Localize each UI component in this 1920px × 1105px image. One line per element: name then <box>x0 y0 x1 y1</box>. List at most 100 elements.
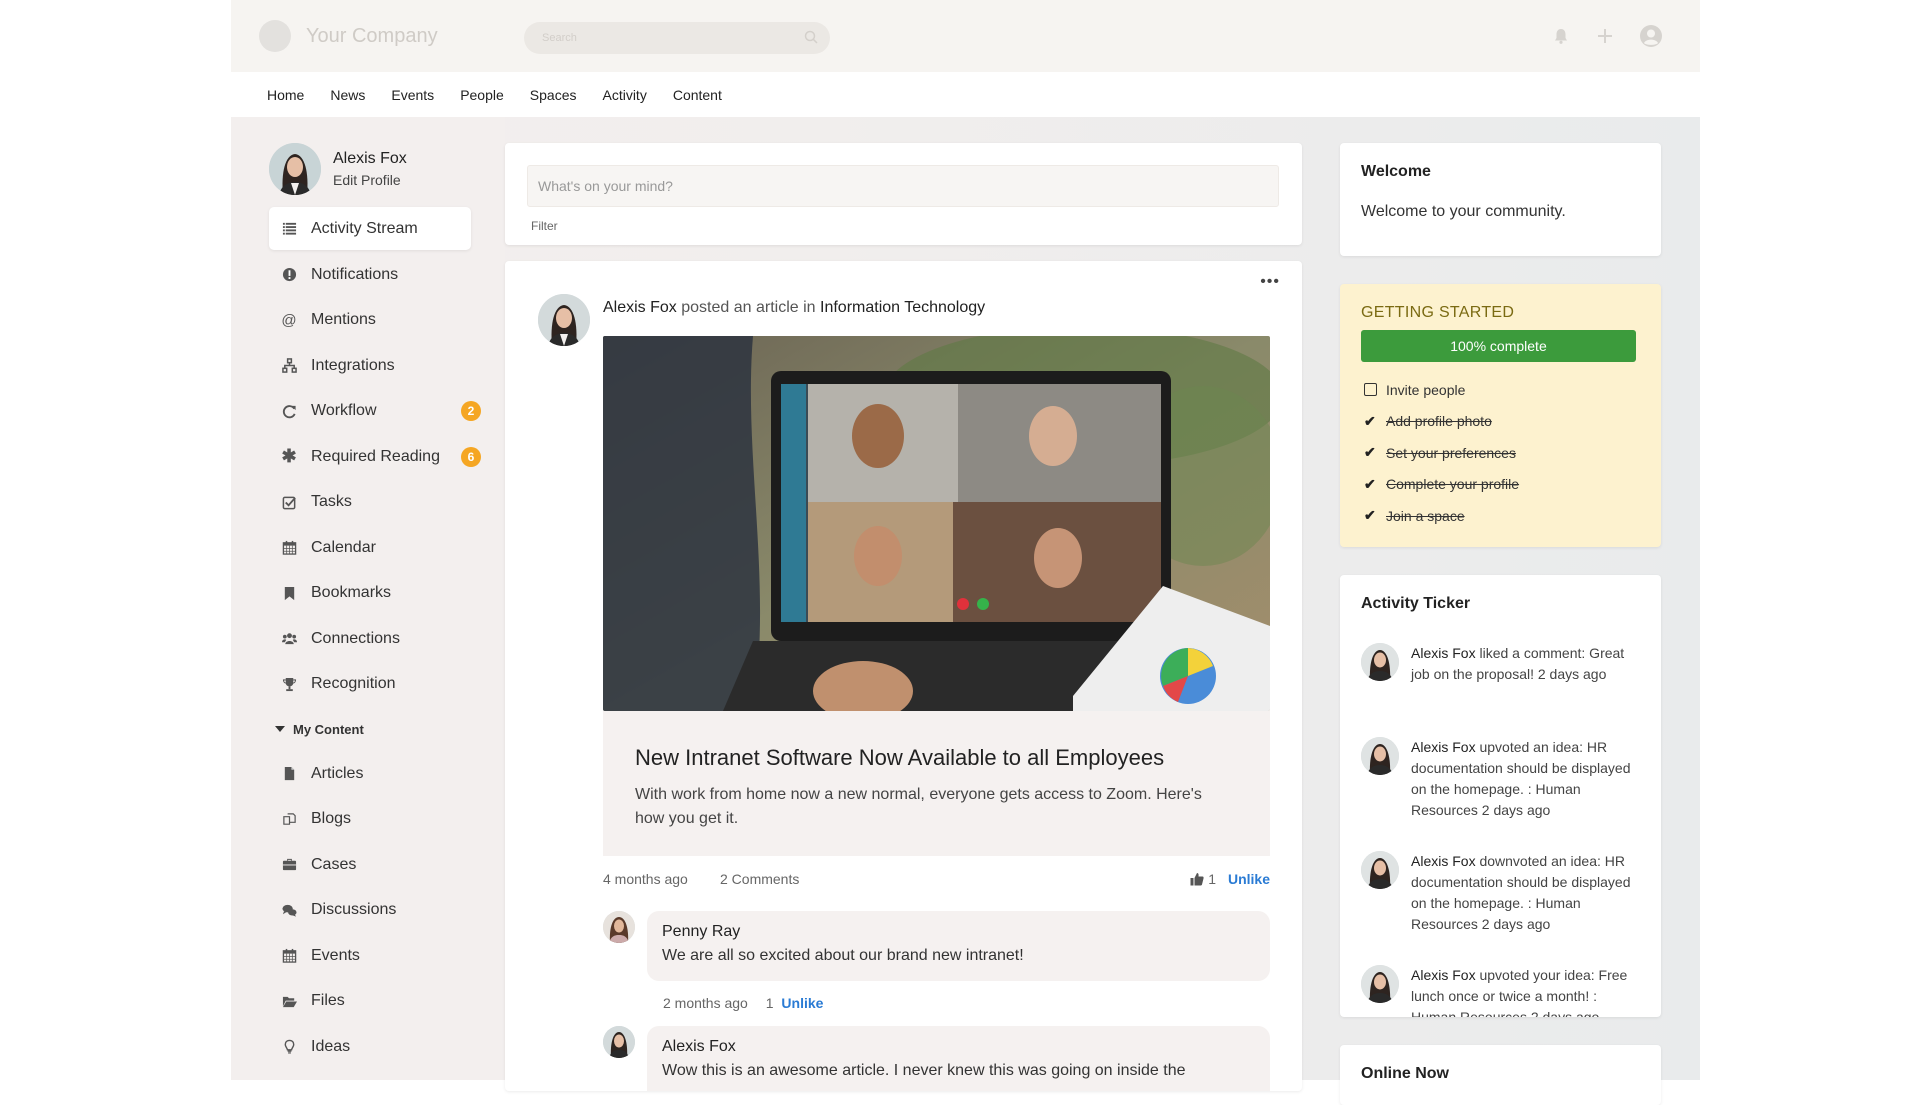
like-count: 1 <box>1208 871 1216 887</box>
search-input[interactable]: Search <box>524 22 830 54</box>
ticker-text: Alexis Fox downvoted an idea: HR documen… <box>1411 851 1641 935</box>
ticker-actor[interactable]: Alexis Fox <box>1411 645 1476 661</box>
status-input[interactable]: What's on your mind? <box>527 165 1279 207</box>
ticker-actor[interactable]: Alexis Fox <box>1411 739 1476 755</box>
sidebar-item-articles[interactable]: Articles <box>269 751 471 797</box>
sidebar-item-required-reading[interactable]: ✱ Required Reading 6 <box>269 434 481 480</box>
sidebar-item-calendar[interactable]: Calendar <box>269 525 471 571</box>
checklist-label: Complete your profile <box>1386 476 1520 493</box>
asterisk-icon: ✱ <box>281 446 297 467</box>
ticker-text: Alexis Fox upvoted an idea: HR documenta… <box>1411 737 1641 821</box>
checklist-item-set-preferences[interactable]: ✔ Set your preferences <box>1364 437 1519 469</box>
nav-activity[interactable]: Activity <box>602 87 646 103</box>
checkbox-empty-icon[interactable] <box>1364 383 1377 397</box>
sidebar-item-ideas[interactable]: Ideas <box>269 1024 471 1070</box>
sidebar-item-mentions[interactable]: @ Mentions <box>269 298 471 344</box>
sidebar-item-label: Notifications <box>311 265 399 283</box>
checklist-item-add-profile-photo[interactable]: ✔ Add profile photo <box>1364 406 1519 438</box>
filter-link[interactable]: Filter <box>531 219 558 233</box>
main-nav: Home News Events People Spaces Activity … <box>231 72 1700 117</box>
nav-content[interactable]: Content <box>673 87 722 103</box>
comment-unlike-button[interactable]: Unlike <box>781 995 823 1011</box>
checklist-item-join-space[interactable]: ✔ Join a space <box>1364 500 1519 532</box>
welcome-text: Welcome to your community. <box>1361 203 1566 220</box>
briefcase-icon <box>281 857 297 873</box>
sidebar-item-cases[interactable]: Cases <box>269 842 471 888</box>
sidebar-item-recognition[interactable]: Recognition <box>269 662 471 708</box>
commenter-avatar[interactable] <box>603 1026 635 1058</box>
activity-ticker-card: Activity Ticker Alexis Fox liked a comme… <box>1340 575 1661 1017</box>
post-author-link[interactable]: Alexis Fox <box>603 299 677 316</box>
nav-people[interactable]: People <box>460 87 504 103</box>
ticker-avatar[interactable] <box>1361 643 1399 681</box>
article-title[interactable]: New Intranet Software Now Available to a… <box>635 745 1164 771</box>
sidebar-item-label: Bookmarks <box>311 584 392 602</box>
activity-ticker-title: Activity Ticker <box>1361 595 1471 612</box>
sidebar-item-label: Connections <box>311 629 400 647</box>
user-circle-icon[interactable] <box>1639 24 1663 48</box>
unlike-button[interactable]: Unlike <box>1228 871 1270 887</box>
checklist-label: Set your preferences <box>1386 444 1516 461</box>
article-hero-image[interactable] <box>603 336 1270 711</box>
caret-down-icon <box>275 726 285 732</box>
sidebar-menu: Activity Stream Notifications @ Mentions… <box>269 207 481 1070</box>
article-preview[interactable]: New Intranet Software Now Available to a… <box>603 711 1270 856</box>
checkbox-icon <box>281 494 297 510</box>
sidebar-item-integrations[interactable]: Integrations <box>269 343 471 389</box>
nav-home[interactable]: Home <box>267 87 304 103</box>
bell-icon[interactable] <box>1551 26 1571 46</box>
ticker-actor[interactable]: Alexis Fox <box>1411 967 1476 983</box>
comment-like-count: 1 <box>765 995 774 1011</box>
comment-author[interactable]: Alexis Fox <box>662 1038 1255 1056</box>
sidebar-item-files[interactable]: Files <box>269 979 471 1025</box>
user-name[interactable]: Alexis Fox <box>333 150 407 168</box>
progress-label: 100% complete <box>1450 338 1547 354</box>
post-author-avatar[interactable] <box>538 294 590 346</box>
calendar-icon <box>281 948 297 964</box>
commenter-avatar[interactable] <box>603 911 635 943</box>
ticker-avatar[interactable] <box>1361 851 1399 889</box>
comments-count-link[interactable]: 2 Comments <box>720 871 799 887</box>
profile-block: Alexis Fox Edit Profile <box>269 143 407 195</box>
comment-text: We are all so excited about our brand ne… <box>662 947 1024 964</box>
sidebar-item-connections[interactable]: Connections <box>269 616 471 662</box>
ticker-avatar[interactable] <box>1361 737 1399 775</box>
post-space-link[interactable]: Information Technology <box>820 299 985 316</box>
search-icon[interactable] <box>804 30 818 44</box>
at-icon: @ <box>281 311 297 329</box>
comments-icon <box>281 902 297 918</box>
sidebar-item-label: Ideas <box>311 1037 351 1055</box>
sidebar-item-activity-stream[interactable]: Activity Stream <box>269 207 471 250</box>
sidebar-item-label: Integrations <box>311 356 395 374</box>
user-avatar[interactable] <box>269 143 321 195</box>
refresh-icon <box>281 403 297 419</box>
sidebar-item-bookmarks[interactable]: Bookmarks <box>269 571 471 617</box>
company-name[interactable]: Your Company <box>306 25 438 48</box>
comment-author[interactable]: Penny Ray <box>662 923 1255 941</box>
nav-news[interactable]: News <box>330 87 365 103</box>
my-content-toggle[interactable]: My Content <box>269 707 471 751</box>
nav-events[interactable]: Events <box>391 87 434 103</box>
sitemap-icon <box>281 358 297 374</box>
sidebar-item-events[interactable]: Events <box>269 933 471 979</box>
more-options-icon[interactable]: ••• <box>1260 273 1280 291</box>
ticker-avatar[interactable] <box>1361 965 1399 1003</box>
sidebar-item-discussions[interactable]: Discussions <box>269 888 471 934</box>
sidebar-item-workflow[interactable]: Workflow 2 <box>269 389 481 435</box>
sidebar-item-tasks[interactable]: Tasks <box>269 480 471 526</box>
checklist-item-complete-profile[interactable]: ✔ Complete your profile <box>1364 469 1519 501</box>
sidebar-item-label: Tasks <box>311 493 352 511</box>
company-logo[interactable] <box>259 20 291 52</box>
edit-profile-link[interactable]: Edit Profile <box>333 172 407 188</box>
sidebar-item-notifications[interactable]: Notifications <box>269 252 471 298</box>
online-now-card: Online Now <box>1340 1045 1661 1105</box>
trophy-icon <box>281 676 297 692</box>
checkmark-icon: ✔ <box>1364 444 1376 461</box>
comment-meta: 2 months ago 1 Unlike <box>663 995 823 1011</box>
ticker-actor[interactable]: Alexis Fox <box>1411 853 1476 869</box>
getting-started-title: GETTING STARTED <box>1361 304 1515 321</box>
nav-spaces[interactable]: Spaces <box>530 87 577 103</box>
sidebar-item-blogs[interactable]: Blogs <box>269 797 471 843</box>
plus-icon[interactable] <box>1595 26 1615 46</box>
checklist-item-invite-people[interactable]: Invite people <box>1364 374 1519 406</box>
